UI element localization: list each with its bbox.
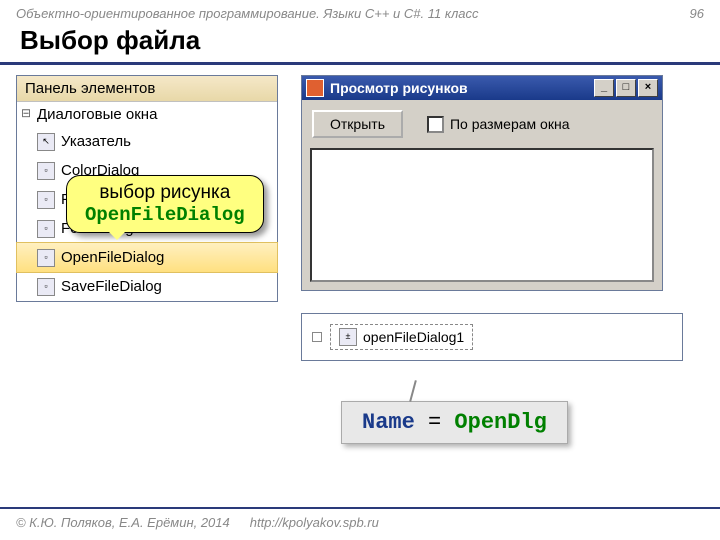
fit-checkbox-label: По размерам окна (450, 116, 570, 132)
titlebar-text: Просмотр рисунков (330, 80, 594, 96)
toolbox-item[interactable]: ↖ Указатель (17, 127, 277, 156)
app-window: Просмотр рисунков _ □ × Открыть По разме… (301, 75, 663, 291)
toolbox-item-label: Указатель (61, 133, 131, 150)
open-button[interactable]: Открыть (312, 110, 403, 138)
callout-code: OpenFileDialog (85, 204, 245, 226)
fit-checkbox[interactable] (427, 116, 444, 133)
toolbox-item-icon: ▫ (37, 278, 55, 296)
minimize-icon[interactable]: _ (594, 79, 614, 97)
tray-item-label: openFileDialog1 (363, 329, 464, 345)
toolbox-item-icon: ▫ (37, 220, 55, 238)
openfiledialog-icon: ± (339, 328, 357, 346)
name-assignment: Name = OpenDlg (341, 401, 568, 444)
maximize-icon[interactable]: □ (616, 79, 636, 97)
slide-header: Объектно-ориентированное программировани… (0, 0, 720, 23)
header-subject: Объектно-ориентированное программировани… (16, 6, 479, 21)
app-icon (306, 79, 324, 97)
toolbox-item-icon: ▫ (37, 162, 55, 180)
slide-footer: © К.Ю. Поляков, Е.А. Ерёмин, 2014 http:/… (0, 507, 720, 536)
page-title: Выбор файла (0, 23, 720, 65)
header-page: 96 (690, 6, 704, 21)
footer-url: http://kpolyakov.spb.ru (250, 515, 379, 530)
name-key: Name (362, 410, 415, 435)
toolbox-item[interactable]: ▫ SaveFileDialog (17, 272, 277, 301)
tray-handle-icon (312, 332, 322, 342)
app-toolbar: Открыть По размерам окна (302, 100, 662, 148)
callout-bubble: выбор рисунка OpenFileDialog (66, 175, 264, 233)
toolbox-title: Панель элементов (17, 76, 277, 102)
client-area (310, 148, 654, 282)
toolbox-item-label: SaveFileDialog (61, 278, 162, 295)
tray-item[interactable]: ± openFileDialog1 (330, 324, 473, 350)
close-icon[interactable]: × (638, 79, 658, 97)
titlebar: Просмотр рисунков _ □ × (302, 76, 662, 100)
toolbox-item-icon: ▫ (37, 249, 55, 267)
toolbox-item[interactable]: ▫ OpenFileDialog (16, 242, 278, 273)
toolbox-item-icon: ▫ (37, 191, 55, 209)
component-tray: ± openFileDialog1 (301, 313, 683, 361)
toolbox-item-icon: ↖ (37, 133, 55, 151)
name-op: = (415, 410, 455, 435)
footer-copyright: © К.Ю. Поляков, Е.А. Ерёмин, 2014 (16, 515, 230, 530)
name-val: OpenDlg (454, 410, 546, 435)
toolbox-group[interactable]: Диалоговые окна (17, 102, 277, 127)
callout-text: выбор рисунка (85, 182, 245, 204)
toolbox-item-label: OpenFileDialog (61, 249, 164, 266)
